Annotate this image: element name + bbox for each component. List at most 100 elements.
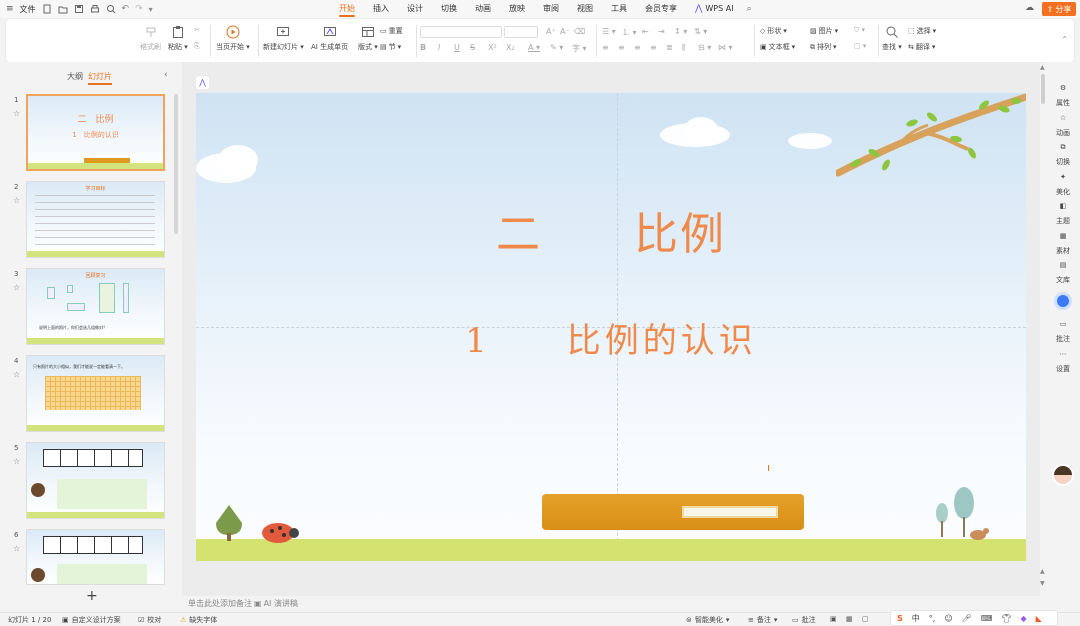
cloud-icon[interactable]: ☁	[1025, 3, 1034, 13]
prev-slide-icon[interactable]: ▲	[1040, 568, 1045, 575]
find-button[interactable]: 查找 ▾	[882, 25, 902, 52]
slide-thumbnail-6[interactable]	[26, 529, 165, 585]
align-left-icon[interactable]: ≡	[602, 43, 609, 52]
fill-button[interactable]: ⛉ ▾	[854, 26, 865, 35]
sidebar-properties[interactable]: ⚙ 属性	[1046, 84, 1080, 108]
slide-thumbnail-4[interactable]: 只有照片的大小相似，我们才能说一定能看清一下。	[26, 355, 165, 432]
notes-placeholder[interactable]: 单击此处添加备注	[188, 598, 252, 609]
add-slide-button[interactable]: +	[86, 588, 98, 604]
assistant-icon[interactable]	[1054, 292, 1072, 310]
keyboard-icon[interactable]: ⌨	[981, 614, 993, 623]
panel-scrollbar[interactable]	[174, 94, 178, 234]
align-right-icon[interactable]: ≡	[634, 43, 641, 52]
ime-toolbar[interactable]: S 中 °, ☺ 🎤︎ ⌨ 👕︎ ◆ ◣	[890, 610, 1058, 626]
star-icon[interactable]: ☆	[13, 544, 20, 553]
ai-speech-button[interactable]: ▣ AI 演讲稿	[254, 598, 298, 609]
reset-button[interactable]: ▭ 重置	[380, 26, 403, 36]
layout-button[interactable]: 版式 ▾	[358, 25, 378, 52]
italic-icon[interactable]: I	[438, 43, 440, 52]
sidebar-beautify[interactable]: ✦ 美化	[1046, 173, 1080, 197]
copy-icon[interactable]: ⎘	[194, 42, 200, 51]
microphone-icon[interactable]: 🎤︎	[962, 614, 972, 623]
sidebar-library[interactable]: ▤ 文库	[1046, 261, 1080, 285]
ime-chinese-mode-icon[interactable]: 中	[912, 613, 920, 624]
justify-icon[interactable]: ≡	[650, 43, 657, 52]
sidebar-animation[interactable]: ☆ 动画	[1046, 114, 1080, 138]
redo-icon[interactable]: ↷	[135, 4, 143, 14]
collapse-panel-icon[interactable]: ‹	[164, 70, 168, 80]
cut-icon[interactable]: ✂	[194, 26, 200, 34]
tab-design[interactable]: 设计	[398, 0, 432, 18]
apps-icon[interactable]: ◆	[1021, 614, 1027, 623]
proofread-button[interactable]: ☑ 校对	[138, 615, 161, 625]
section-button[interactable]: ▤ 节 ▾	[380, 42, 401, 52]
print-icon[interactable]	[90, 4, 100, 14]
notes-toggle-button[interactable]: ≡ 备注 ▾	[748, 615, 777, 625]
tab-transition[interactable]: 切换	[432, 0, 466, 18]
distribute-icon[interactable]: ≣	[666, 43, 673, 52]
format-painter-button[interactable]: 格式刷	[140, 25, 161, 52]
file-menu[interactable]: 文件	[20, 4, 36, 15]
ai-badge-icon[interactable]: ⋀	[196, 76, 209, 89]
avatar[interactable]	[1052, 464, 1074, 486]
more-icon[interactable]: ▾	[149, 5, 153, 14]
reading-view-icon[interactable]: ▢	[862, 615, 869, 623]
textbox-button[interactable]: ▣ 文本框 ▾	[760, 42, 795, 52]
tab-slides[interactable]: 幻灯片	[88, 71, 112, 85]
emoji-icon[interactable]: ☺	[944, 614, 952, 623]
next-slide-icon[interactable]: ▼	[1040, 580, 1045, 587]
smart-beautify-button[interactable]: ⊜ 智能美化 ▾	[686, 615, 729, 625]
select-button[interactable]: ⬚ 选择 ▾	[908, 26, 936, 36]
font-color-icon[interactable]: A ▾	[528, 43, 540, 52]
vertical-align-icon[interactable]: ⊟ ▾	[698, 43, 711, 52]
increase-indent-icon[interactable]: ⇥	[658, 27, 665, 36]
ime-punctuation-icon[interactable]: °,	[929, 614, 936, 623]
highlight-icon[interactable]: ✎ ▾	[550, 43, 563, 52]
char-spacing-icon[interactable]: 字 ▾	[572, 43, 587, 54]
tab-review[interactable]: 审阅	[534, 0, 568, 18]
new-slide-button[interactable]: 新建幻灯片 ▾	[263, 25, 304, 52]
replace-button[interactable]: ⇆ 翻译 ▾	[908, 42, 935, 52]
shape-button[interactable]: ◇ 形状 ▾	[760, 26, 787, 36]
scroll-up-icon[interactable]: ▲	[1040, 64, 1045, 71]
custom-design-button[interactable]: ▣ 自定义设计方案	[62, 615, 121, 625]
sidebar-theme[interactable]: ◧ 主题	[1046, 202, 1080, 226]
search-icon[interactable]: ⌕	[747, 4, 752, 14]
superscript-icon[interactable]: X²	[488, 43, 497, 52]
slide-title[interactable]: 二 比例	[196, 198, 1026, 262]
sidebar-settings[interactable]: ⋯ 设置	[1046, 350, 1080, 374]
sidebar-materials[interactable]: ▦ 素材	[1046, 232, 1080, 256]
tab-animation[interactable]: 动画	[466, 0, 500, 18]
arrange-button[interactable]: ⧉ 排列 ▾	[810, 42, 837, 52]
play-from-current-button[interactable]: 当页开始 ▾	[216, 25, 250, 52]
star-icon[interactable]: ☆	[13, 196, 20, 205]
strikethrough-icon[interactable]: S	[470, 43, 475, 52]
subscript-icon[interactable]: X₂	[506, 43, 515, 52]
star-icon[interactable]: ☆	[13, 457, 20, 466]
missing-font-button[interactable]: ⚠ 缺失字体	[180, 615, 217, 625]
tab-wps-ai[interactable]: ⋀ WPS AI	[686, 0, 743, 18]
smartart-icon[interactable]: ⋈ ▾	[718, 43, 733, 52]
text-direction-icon[interactable]: ⇅ ▾	[694, 27, 707, 36]
sidebar-transition[interactable]: ⧉ 切换	[1046, 143, 1080, 167]
star-icon[interactable]: ☆	[13, 109, 20, 118]
tab-outline[interactable]: 大纲	[67, 71, 83, 82]
picture-button[interactable]: ▨ 图片 ▾	[810, 26, 838, 36]
slide-subtitle[interactable]: 1 比例的认识	[196, 313, 1026, 362]
tab-slideshow[interactable]: 放映	[500, 0, 534, 18]
bullet-list-icon[interactable]: ☰ ▾	[602, 27, 616, 36]
outline-button[interactable]: ▢ ▾	[854, 42, 866, 50]
number-list-icon[interactable]: ⒈ ▾	[622, 27, 637, 38]
slide-thumbnail-2[interactable]: 学习目标	[26, 181, 165, 258]
tab-home[interactable]: 开始	[330, 0, 364, 18]
clear-format-icon[interactable]: ⌫	[574, 27, 585, 36]
columns-icon[interactable]: ⫼	[682, 43, 686, 53]
skin-icon[interactable]: 👕︎	[1001, 614, 1011, 623]
line-spacing-icon[interactable]: ↕ ▾	[674, 27, 687, 36]
ribbon-collapse-icon[interactable]: ⌃	[1061, 35, 1068, 44]
star-icon[interactable]: ☆	[13, 283, 20, 292]
font-size-select[interactable]	[504, 26, 538, 38]
increase-font-icon[interactable]: A⁺	[546, 27, 556, 36]
paste-button[interactable]: 粘贴 ▾	[168, 25, 188, 52]
bold-icon[interactable]: B	[420, 43, 426, 52]
